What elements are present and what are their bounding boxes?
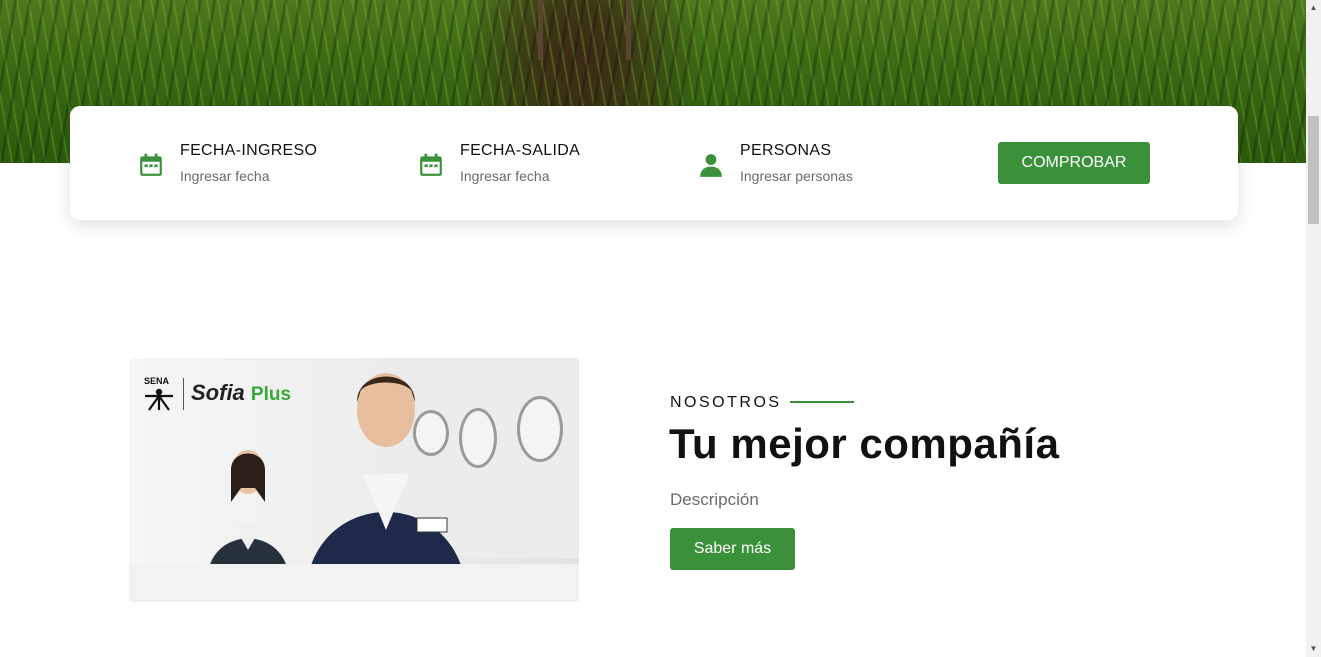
kicker-divider [790,401,854,403]
check-out-placeholder[interactable]: Ingresar fecha [460,168,550,184]
calendar-icon [140,153,162,176]
check-in-placeholder[interactable]: Ingresar fecha [180,168,270,184]
receptionist-figure [207,450,289,582]
about-kicker: NOSOTROS [670,394,782,411]
person-icon [700,154,722,177]
check-in-label: FECHA-INGRESO [180,142,318,159]
logo-sena-text: SENA [144,376,170,386]
guests-label: PERSONAS [740,142,832,159]
scrollbar-thumb[interactable] [1308,116,1319,224]
calendar-icon [420,153,442,176]
scroll-up-arrow-icon[interactable]: ▲ [1306,0,1321,16]
check-availability-button[interactable]: COMPROBAR [998,142,1150,184]
logo-sofia-text: Sofia Plus [191,380,292,405]
field-post [538,0,543,60]
logo-plus-text: Plus [250,384,292,405]
wall-clock [517,396,563,462]
booking-form: FECHA-INGRESO Ingresar fecha FECHA-SALID… [70,106,1238,220]
logo-divider [183,378,184,410]
about-description: Descripción [670,490,759,509]
learn-more-button[interactable]: Saber más [670,528,795,570]
guests-placeholder[interactable]: Ingresar personas [740,168,853,184]
field-post [626,0,631,60]
scroll-down-arrow-icon[interactable]: ▼ [1306,641,1321,657]
vertical-scrollbar[interactable]: ▲ ▼ [1306,0,1321,657]
reception-desk [129,564,579,602]
about-photo: SENA Sofia Plus [129,358,579,602]
check-out-label: FECHA-SALIDA [460,142,581,159]
about-title: Tu mejor compañía [669,420,1060,467]
